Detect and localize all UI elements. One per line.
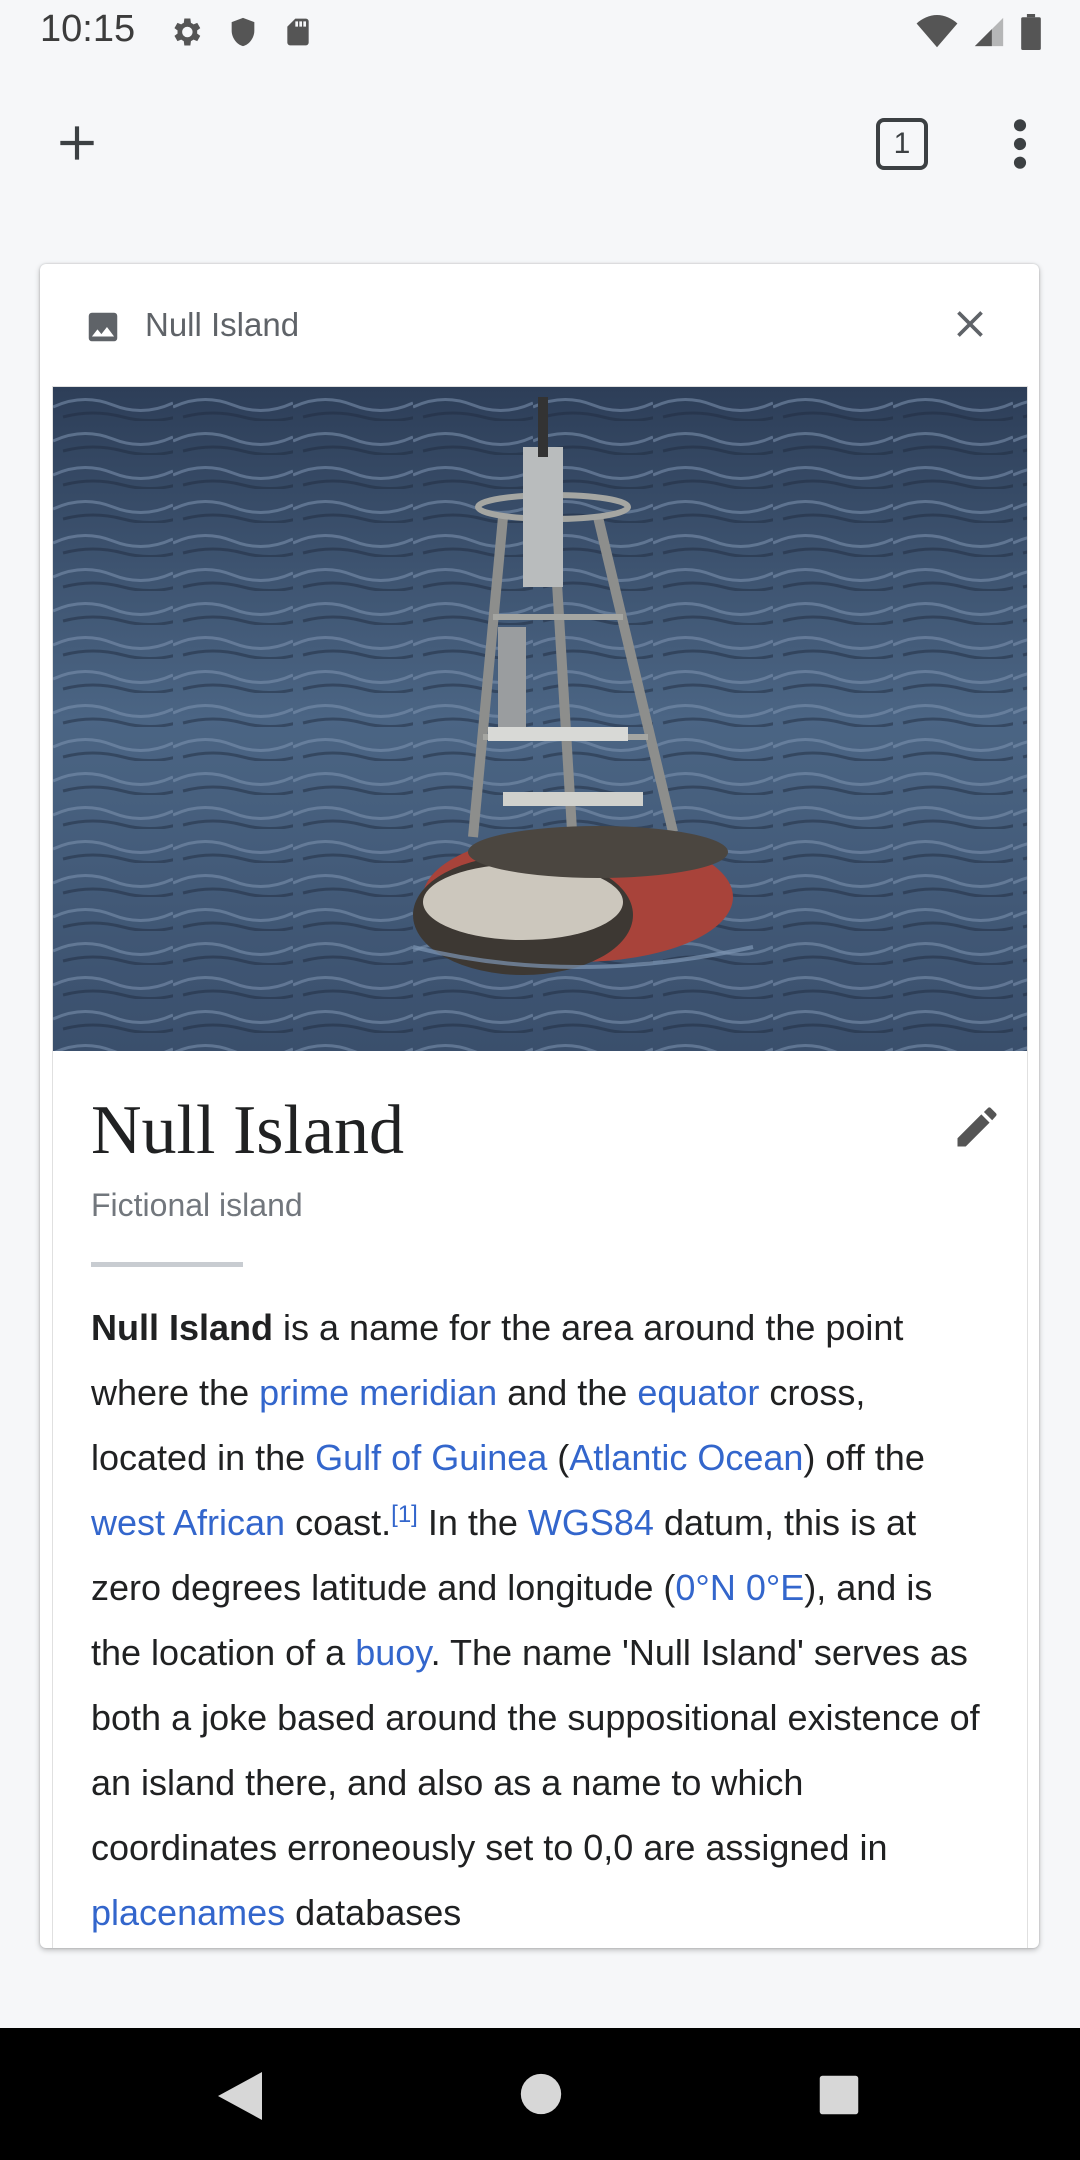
battery-icon xyxy=(1020,14,1042,50)
article-link[interactable]: 0°N 0°E xyxy=(675,1567,804,1608)
article-link[interactable]: west African xyxy=(91,1502,285,1543)
tab-thumbnail: Null Island Fictional island Null Island… xyxy=(52,386,1028,1948)
article-text: databases xyxy=(285,1892,462,1933)
article-text: Null Island xyxy=(91,1307,274,1348)
article-link[interactable]: Gulf of Guinea xyxy=(315,1437,547,1478)
status-time: 10:15 xyxy=(40,8,136,50)
home-icon[interactable] xyxy=(519,2072,563,2121)
article-link[interactable]: Atlantic Ocean xyxy=(569,1437,803,1478)
settings-icon xyxy=(168,14,204,50)
plus-icon[interactable] xyxy=(52,118,102,168)
status-bar: 10:15 xyxy=(0,0,1080,66)
article-lead-image xyxy=(53,387,1027,1051)
article-text: ( xyxy=(547,1437,570,1478)
article-body: Null Island is a name for the area aroun… xyxy=(91,1295,991,1945)
article-link[interactable]: WGS84 xyxy=(528,1502,654,1543)
tab-card[interactable]: Null Island Null Island Fictional island… xyxy=(40,264,1039,1948)
wifi-icon xyxy=(916,15,958,49)
recents-icon[interactable] xyxy=(818,2074,860,2121)
article: Null Island Fictional island Null Island… xyxy=(91,1051,991,1945)
article-text: In the xyxy=(417,1502,528,1543)
article-text: ) off the xyxy=(803,1437,925,1478)
tab-switcher-toolbar: 1 xyxy=(0,90,1080,194)
system-nav-bar xyxy=(0,2028,1080,2160)
tab-title: Null Island xyxy=(145,306,300,343)
article-link[interactable]: [1] xyxy=(391,1501,418,1528)
article-link[interactable]: buoy xyxy=(355,1632,430,1673)
shield-icon xyxy=(226,14,260,50)
article-link[interactable]: prime meridian xyxy=(259,1372,497,1413)
tab-card-header: Null Island xyxy=(40,264,1039,384)
back-icon[interactable] xyxy=(218,2072,262,2125)
article-link[interactable]: equator xyxy=(637,1372,759,1413)
article-link[interactable]: placenames xyxy=(91,1892,285,1933)
cellular-icon xyxy=(972,15,1006,49)
article-text: coast. xyxy=(285,1502,392,1543)
close-icon[interactable] xyxy=(948,302,992,346)
more-vert-icon[interactable] xyxy=(1000,116,1040,172)
sd-card-icon xyxy=(282,14,314,50)
article-description: Fictional island xyxy=(91,1187,303,1223)
divider xyxy=(91,1262,243,1267)
image-icon xyxy=(84,308,122,351)
article-text: and the xyxy=(497,1372,638,1413)
article-title: Null Island xyxy=(91,1092,405,1169)
tab-count-button[interactable]: 1 xyxy=(876,118,928,170)
